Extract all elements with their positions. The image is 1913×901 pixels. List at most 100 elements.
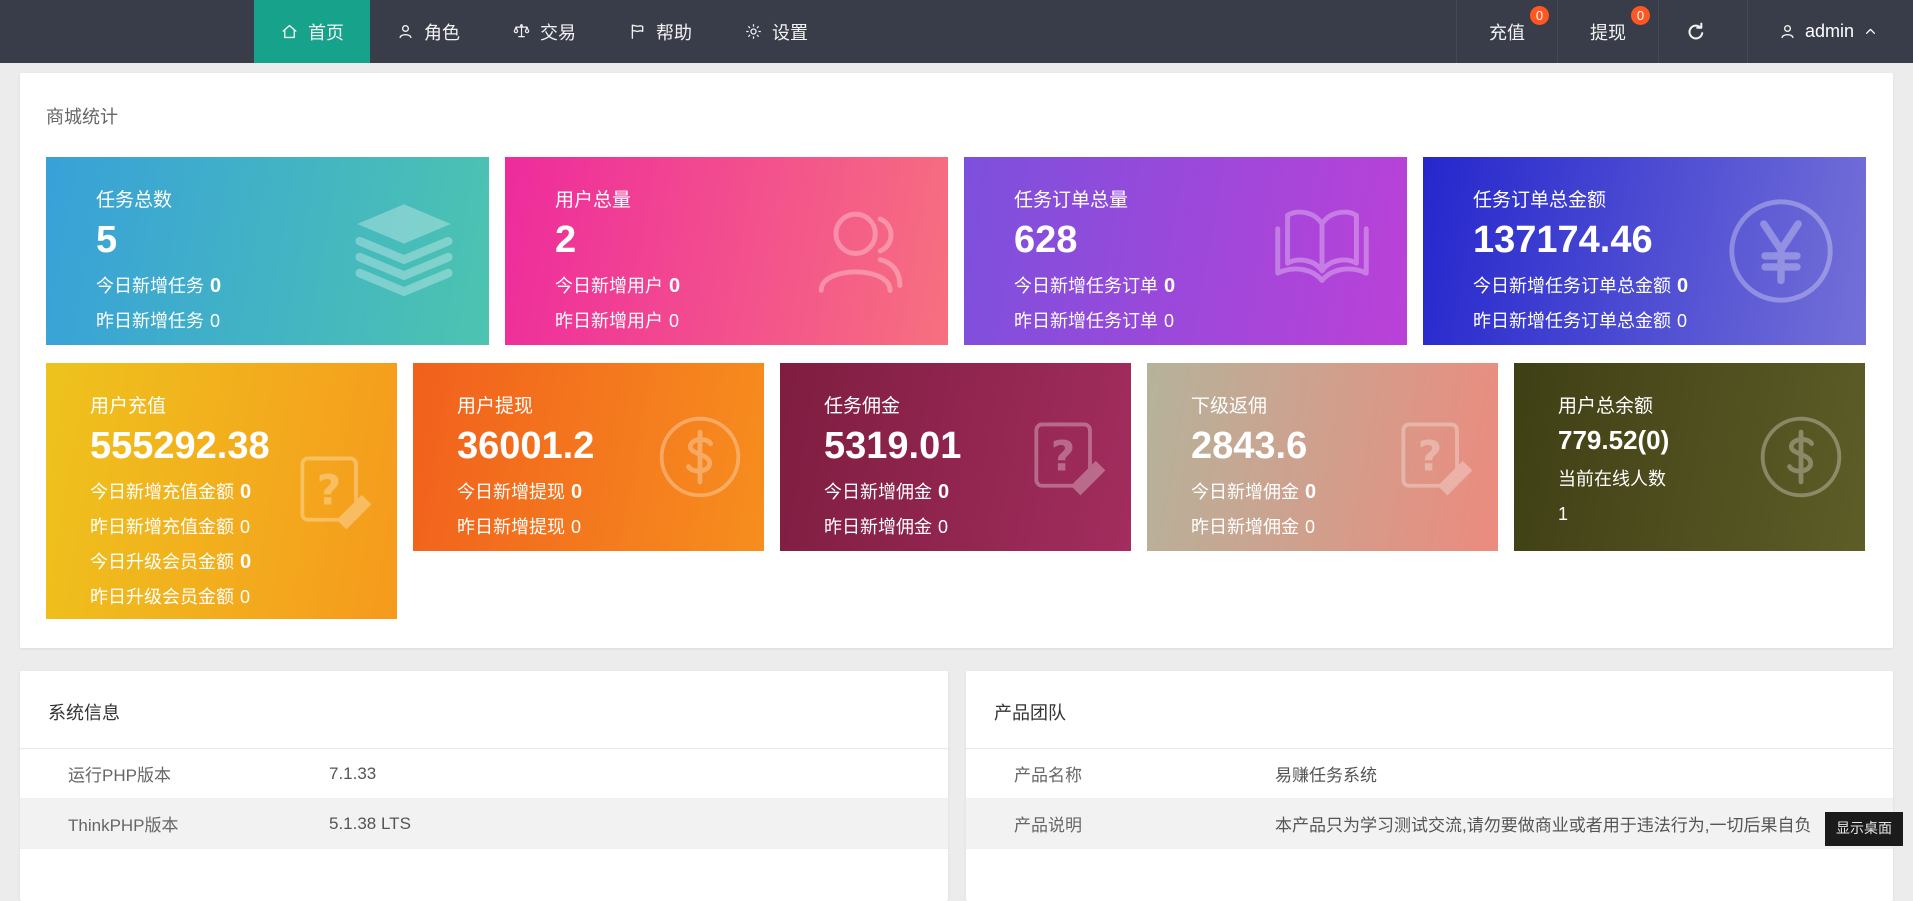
row-label: ThinkPHP版本 (20, 811, 329, 836)
row-label: 运行PHP版本 (20, 761, 329, 786)
refresh-icon (1685, 21, 1707, 43)
card-line-value: 0 (210, 275, 221, 297)
nav-item-trade[interactable]: 交易 (486, 0, 602, 63)
card-line: 昨日新增提现0 (457, 516, 764, 538)
card-line-label: 今日新增任务 (96, 276, 204, 296)
card-line-value: 0 (240, 481, 251, 503)
nav-action-label: 充值 (1489, 19, 1525, 45)
logo-area (0, 0, 254, 63)
card-line: 昨日新增任务订单0 (1014, 310, 1407, 332)
row-value: 易赚任务系统 (1275, 761, 1401, 786)
card-line-label: 当前在线人数 (1558, 469, 1666, 489)
row-value: 7.1.33 (329, 764, 400, 784)
system-info-table: 运行PHP版本7.1.33ThinkPHP版本5.1.38 LTS (20, 749, 948, 849)
panel-title: 系统信息 (20, 671, 948, 749)
card-line-label: 今日新增任务订单总金额 (1473, 276, 1671, 296)
recharge-button[interactable]: 充值 0 (1456, 0, 1557, 63)
doc-question-icon: ? (287, 445, 379, 537)
card-line: 1 (1558, 503, 1865, 525)
card-line-label: 今日新增任务订单 (1014, 276, 1158, 296)
card-line-value: 0 (1677, 311, 1687, 331)
row-label: 产品说明 (966, 811, 1275, 836)
card-line-value: 0 (240, 517, 250, 537)
withdraw-button[interactable]: 提现0 (1557, 0, 1658, 63)
card-line-label: 昨日新增用户 (555, 311, 663, 331)
card-line: 今日升级会员金额0 (90, 551, 397, 573)
card-line-value: 0 (571, 481, 582, 503)
chevron-up-icon (1862, 23, 1879, 40)
stat-card-user-recharge: 用户充值555292.38今日新增充值金额0昨日新增充值金额0今日升级会员金额0… (46, 363, 397, 619)
recharge-badge: 0 (1530, 6, 1549, 25)
row-value: 5.1.38 LTS (329, 814, 435, 834)
nav-item-label: 角色 (424, 19, 460, 45)
cards-row-1: 任务总数5今日新增任务0昨日新增任务0用户总量2今日新增用户0昨日新增用户0任务… (46, 157, 1867, 345)
nav-item-help[interactable]: 帮助 (602, 0, 718, 63)
card-line-label: 今日新增佣金 (824, 482, 932, 502)
card-line-label: 1 (1558, 504, 1568, 524)
card-line-value: 0 (1305, 481, 1316, 503)
nav-item-home[interactable]: 首页 (254, 0, 370, 63)
card-line-value: 0 (240, 587, 250, 607)
stat-card-task-commission: 任务佣金5319.01今日新增佣金0昨日新增佣金0? (780, 363, 1131, 551)
nav-item-label: 帮助 (656, 19, 692, 45)
card-line: 昨日新增任务0 (96, 310, 489, 332)
user-icon (396, 22, 415, 41)
card-line-value: 0 (240, 551, 251, 573)
card-line-label: 昨日新增提现 (457, 517, 565, 537)
doc-question-icon: ? (1021, 411, 1113, 503)
card-line: 昨日新增佣金0 (824, 516, 1131, 538)
home-icon (280, 22, 299, 41)
card-line-label: 今日新增用户 (555, 276, 663, 296)
svg-text:?: ? (1418, 431, 1442, 480)
stat-card-task-orders-amount: 任务订单总金额137174.46今日新增任务订单总金额0昨日新增任务订单总金额0 (1423, 157, 1866, 345)
card-line-label: 昨日新增佣金 (1191, 517, 1299, 537)
card-line-value: 0 (669, 311, 679, 331)
stat-card-tasks-total: 任务总数5今日新增任务0昨日新增任务0 (46, 157, 489, 345)
stat-card-user-withdraw: 用户提现36001.2今日新增提现0昨日新增提现0 (413, 363, 764, 551)
card-line-value: 0 (1164, 275, 1175, 297)
product-team-panel: 产品团队 产品名称易赚任务系统产品说明本产品只为学习测试交流,请勿要做商业或者用… (966, 671, 1893, 901)
user-menu[interactable]: admin (1747, 0, 1913, 63)
card-line-label: 今日新增提现 (457, 482, 565, 502)
table-row: 产品说明本产品只为学习测试交流,请勿要做商业或者用于违法行为,一切后果自负 (966, 799, 1893, 849)
layers-icon (345, 192, 463, 310)
card-line-value: 0 (210, 311, 220, 331)
scales-icon (512, 22, 531, 41)
table-row: 运行PHP版本7.1.33 (20, 749, 948, 799)
show-desktop-hint[interactable]: 显示桌面 (1825, 812, 1903, 846)
card-title: 用户充值 (90, 391, 397, 418)
table-row: 产品名称易赚任务系统 (966, 749, 1893, 799)
card-line-label: 昨日新增充值金额 (90, 517, 234, 537)
card-line: 昨日新增用户 0 (555, 310, 948, 332)
table-row: ThinkPHP版本5.1.38 LTS (20, 799, 948, 849)
card-line-value: 0 (1677, 275, 1688, 297)
row-label: 产品名称 (966, 761, 1275, 786)
nav-action-label: 提现 (1590, 19, 1626, 45)
user-name: admin (1805, 21, 1854, 42)
nav-right: 充值 0 提现0 admin (1456, 0, 1913, 63)
book-icon (1263, 192, 1381, 310)
nav-item-settings[interactable]: 设置 (718, 0, 834, 63)
card-line-value: 0 (1305, 517, 1315, 537)
stat-card-sub-rebate: 下级返佣2843.6今日新增佣金0昨日新增佣金0? (1147, 363, 1498, 551)
stat-card-task-orders-total: 任务订单总量628今日新增任务订单0昨日新增任务订单0 (964, 157, 1407, 345)
nav-item-roles[interactable]: 角色 (370, 0, 486, 63)
card-line-value: 0 (1164, 311, 1174, 331)
card-line-label: 今日新增充值金额 (90, 482, 234, 502)
card-line: 昨日升级会员金额0 (90, 586, 397, 608)
card-line-value: 0 (938, 481, 949, 503)
svg-text:?: ? (1051, 431, 1075, 480)
nav-menu: 首页 角色交易 帮助设置 (254, 0, 834, 63)
user-icon (1778, 22, 1797, 41)
refresh-button[interactable] (1658, 0, 1733, 63)
doc-question-icon: ? (1388, 411, 1480, 503)
people-icon (804, 192, 922, 310)
row-value: 本产品只为学习测试交流,请勿要做商业或者用于违法行为,一切后果自负 (1275, 811, 1835, 836)
dollar-circle-icon (1755, 411, 1847, 503)
cards-row-2: 用户充值555292.38今日新增充值金额0昨日新增充值金额0今日升级会员金额0… (46, 363, 1867, 619)
card-line: 昨日新增佣金 0 (1191, 516, 1498, 538)
card-line: 昨日新增任务订单总金额0 (1473, 310, 1866, 332)
svg-text:?: ? (317, 465, 341, 514)
flag-icon (628, 22, 647, 41)
gear-icon (744, 22, 763, 41)
